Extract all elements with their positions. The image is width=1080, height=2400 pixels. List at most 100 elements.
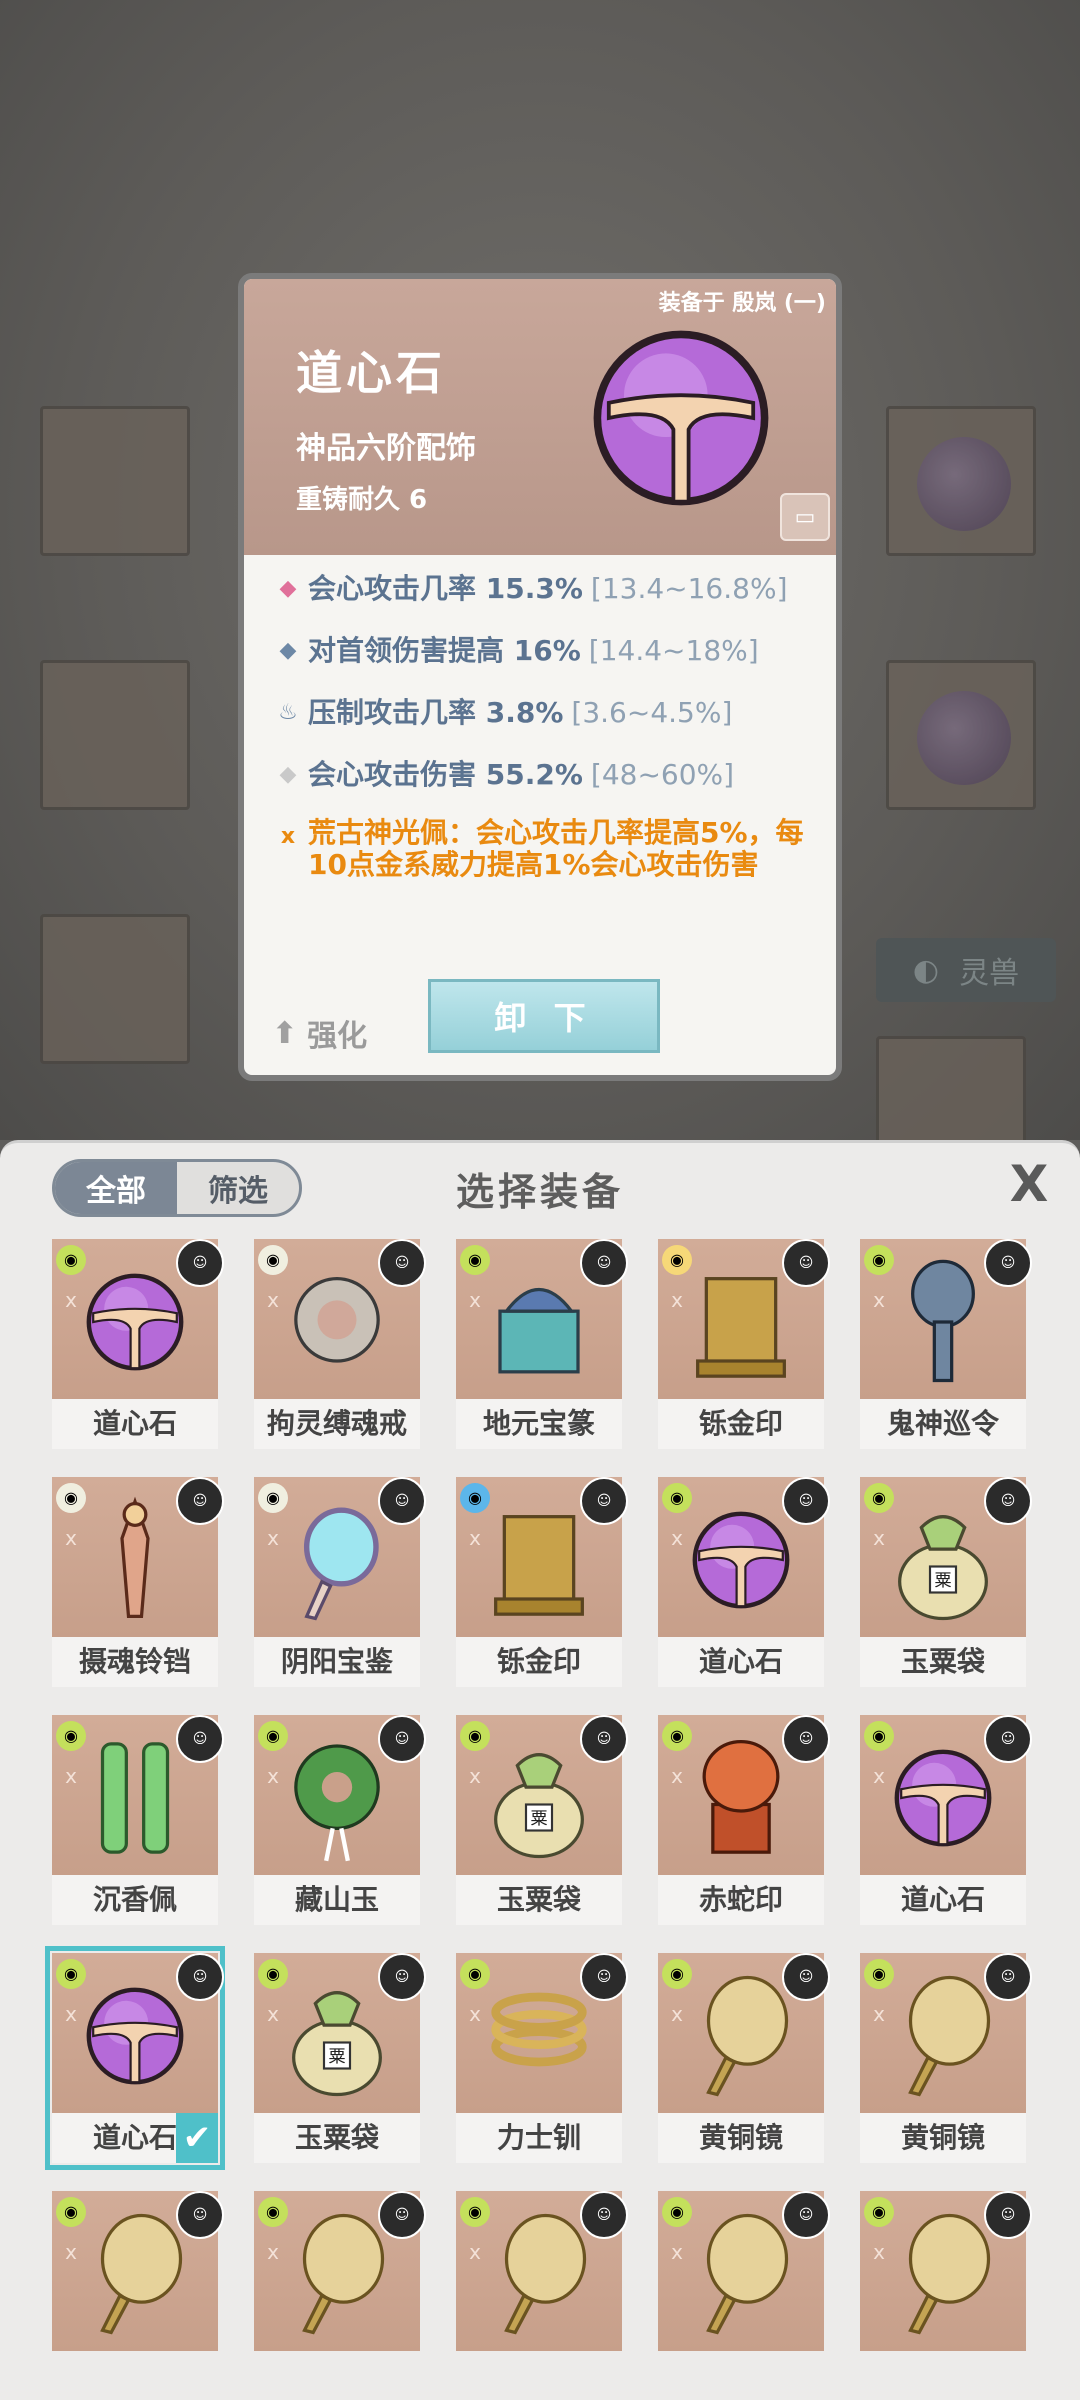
item-image: ◉ ⅹ ☺ — [456, 1477, 628, 1637]
set-marker-icon: ⅹ — [671, 1764, 683, 1788]
owner-avatar: ☺ — [176, 1239, 224, 1287]
element-icon: ◉ — [460, 1959, 490, 1989]
set-marker-icon: ⅹ — [671, 1526, 683, 1550]
element-icon: ◉ — [460, 1483, 490, 1513]
set-marker-icon: ⅹ — [65, 1764, 77, 1788]
equipment-item[interactable]: ◉ ⅹ ☺ — [860, 2191, 1032, 2400]
element-icon: ◉ — [864, 1245, 894, 1275]
flame-icon: ♨ — [278, 700, 298, 725]
seal-icon — [686, 1257, 796, 1387]
set-bonus-text: 荒古神光佩：会心攻击几率提高5%，每10点金系威力提高1%会心攻击伤害 — [308, 816, 804, 881]
equipment-item[interactable]: ◉ ⅹ ☺ — [658, 2191, 830, 2400]
svg-text:粟: 粟 — [934, 1571, 951, 1591]
set-marker-icon: ⅹ — [469, 2002, 481, 2026]
attribute-text: 会心攻击几率 15.3% — [308, 572, 583, 605]
item-image: ◉ ⅹ ☺ — [456, 1239, 628, 1399]
equipment-item[interactable]: ◉ ⅹ ☺ 拘灵缚魂戒 — [254, 1239, 426, 1449]
owner-avatar: ☺ — [378, 1239, 426, 1287]
owner-avatar: ☺ — [176, 1953, 224, 2001]
equipment-item[interactable]: ◉ ⅹ ☺ 道心石 — [52, 1239, 224, 1449]
close-icon[interactable]: X — [1004, 1157, 1054, 1211]
equipment-item[interactable]: ◉ ⅹ ☺ 铄金印 — [456, 1477, 628, 1687]
set-marker-icon: ⅹ — [469, 1526, 481, 1550]
token-icon — [888, 1257, 998, 1387]
equipment-item[interactable]: ◉ ⅹ ☺ 阴阳宝鉴 — [254, 1477, 426, 1687]
set-marker-icon: ⅹ — [267, 1526, 279, 1550]
item-image: 粟 ◉ ⅹ ☺ — [254, 1953, 426, 2113]
equipment-item[interactable]: ◉ ⅹ ☺ — [52, 2191, 224, 2400]
owner-avatar: ☺ — [580, 1477, 628, 1525]
item-image: ◉ ⅹ ☺ — [456, 1953, 628, 2113]
element-icon: ◉ — [864, 1483, 894, 1513]
set-marker-icon: ⅹ — [267, 2002, 279, 2026]
bg-equipment-slot — [40, 406, 190, 556]
orb-icon — [686, 1495, 796, 1625]
purple-orb-icon — [593, 330, 769, 506]
equipment-item[interactable]: ◉ ⅹ ☺ 铄金印 — [658, 1239, 830, 1449]
set-marker-icon: ⅹ — [873, 1288, 885, 1312]
equipment-item[interactable]: 粟 ◉ ⅹ ☺ 玉粟袋 — [860, 1477, 1032, 1687]
orb-icon — [888, 1733, 998, 1863]
equipment-item[interactable]: ◉ ⅹ ☺ — [456, 2191, 628, 2400]
item-label: 黄铜镜 — [658, 2113, 824, 2163]
owner-avatar: ☺ — [176, 1715, 224, 1763]
set-marker-icon: ⅹ — [267, 2240, 279, 2264]
equipment-item[interactable]: ◉ ⅹ ☺ 道心石 — [658, 1477, 830, 1687]
pendant-icon — [80, 1733, 190, 1863]
equipment-item[interactable]: ◉ ⅹ ☺ 沉香佩 — [52, 1715, 224, 1925]
equipment-item[interactable]: ◉ ⅹ ☺ 鬼神巡令 — [860, 1239, 1032, 1449]
equipment-item[interactable]: ◉ ⅹ ☺ 摄魂铃铛 — [52, 1477, 224, 1687]
seal-icon — [484, 1495, 594, 1625]
checkmark-icon: ✔ — [176, 2113, 218, 2163]
item-label: 鬼神巡令 — [860, 1399, 1026, 1449]
attribute-row: ◆ 对首领伤害提高 16% [14.4~18%] — [268, 631, 828, 671]
gray-diamond-icon: ◆ — [279, 762, 297, 787]
set-marker-icon: ⅹ — [671, 2240, 683, 2264]
attribute-row: ♨ 压制攻击几率 3.8% [3.6~4.5%] — [268, 693, 828, 733]
equipment-item[interactable]: ◉ ⅹ ☺ 地元宝篆 — [456, 1239, 628, 1449]
enhance-button[interactable]: ⬆ 强化 — [272, 1011, 367, 1055]
equipment-item[interactable]: ◉ ⅹ ☺ 赤蛇印 — [658, 1715, 830, 1925]
equipment-item[interactable]: ◉ ⅹ ☺ 道心石 ✔ — [45, 1946, 225, 2170]
equipment-item[interactable]: ◉ ⅹ ☺ 力士钏 — [456, 1953, 628, 2163]
owner-avatar: ☺ — [782, 1239, 830, 1287]
item-durability: 重铸耐久 6 — [296, 485, 428, 515]
blue-diamond-icon: ◆ — [279, 638, 297, 663]
pink-diamond-icon: ◆ — [279, 576, 297, 601]
equipment-item[interactable]: 粟 ◉ ⅹ ☺ 玉粟袋 — [254, 1953, 426, 2163]
equipment-item[interactable]: ◉ ⅹ ☺ 黄铜镜 — [658, 1953, 830, 2163]
item-label: 玉粟袋 — [860, 1637, 1026, 1687]
owner-avatar: ☺ — [984, 2191, 1032, 2239]
orb-icon — [80, 1257, 190, 1387]
equipment-item[interactable]: ◉ ⅹ ☺ — [254, 2191, 426, 2400]
bg-equipment-slot — [40, 914, 190, 1064]
equipment-item[interactable]: ◉ ⅹ ☺ 藏山玉 — [254, 1715, 426, 1925]
item-label: 摄魂铃铛 — [52, 1637, 218, 1687]
item-image: ◉ ⅹ ☺ — [658, 1953, 830, 2113]
unequip-button[interactable]: 卸 下 — [428, 979, 660, 1053]
attribute-text: 压制攻击几率 3.8% — [308, 696, 564, 729]
item-image: ◉ ⅹ ☺ — [52, 1477, 224, 1637]
item-image: ◉ ⅹ ☺ — [860, 2191, 1032, 2351]
item-label: 力士钏 — [456, 2113, 622, 2163]
item-image: ◉ ⅹ ☺ — [52, 2191, 224, 2351]
enhance-label: 强化 — [307, 1019, 368, 1054]
element-icon: ◉ — [460, 2197, 490, 2227]
jade-icon — [282, 1733, 392, 1863]
element-icon: ◉ — [56, 1959, 86, 1989]
reforge-icon[interactable]: ▭ — [780, 493, 830, 541]
element-icon: ◉ — [460, 1721, 490, 1751]
item-image: ◉ ⅹ ☺ — [52, 1239, 224, 1399]
equipment-select-panel: 全部 筛选 选择装备 X ◉ ⅹ ☺ 道心石 ◉ ⅹ ☺ 拘灵缚魂戒 ◉ ⅹ ☺ 地元宝篆 ◉ ⅹ ☺ 铄金印… — [0, 1140, 1080, 2400]
orb-icon — [80, 1971, 190, 2101]
equipment-item[interactable]: 粟 ◉ ⅹ ☺ 玉粟袋 — [456, 1715, 628, 1925]
set-bonus-icon: ⅹ — [280, 824, 296, 849]
equipment-item[interactable]: ◉ ⅹ ☺ 道心石 — [860, 1715, 1032, 1925]
item-detail-header: 装备于 殷岚 (一) 道心石 神品六阶配饰 重铸耐久 6 ▭ — [244, 279, 836, 555]
item-label: 道心石 — [52, 1399, 218, 1449]
owner-avatar: ☺ — [580, 1715, 628, 1763]
equipment-item[interactable]: ◉ ⅹ ☺ 黄铜镜 — [860, 1953, 1032, 2163]
set-marker-icon: ⅹ — [65, 1526, 77, 1550]
item-image: ◉ ⅹ ☺ — [254, 1477, 426, 1637]
attribute-list: ◆ 会心攻击几率 15.3% [13.4~16.8%] ◆ 对首领伤害提高 16%… — [268, 569, 828, 903]
